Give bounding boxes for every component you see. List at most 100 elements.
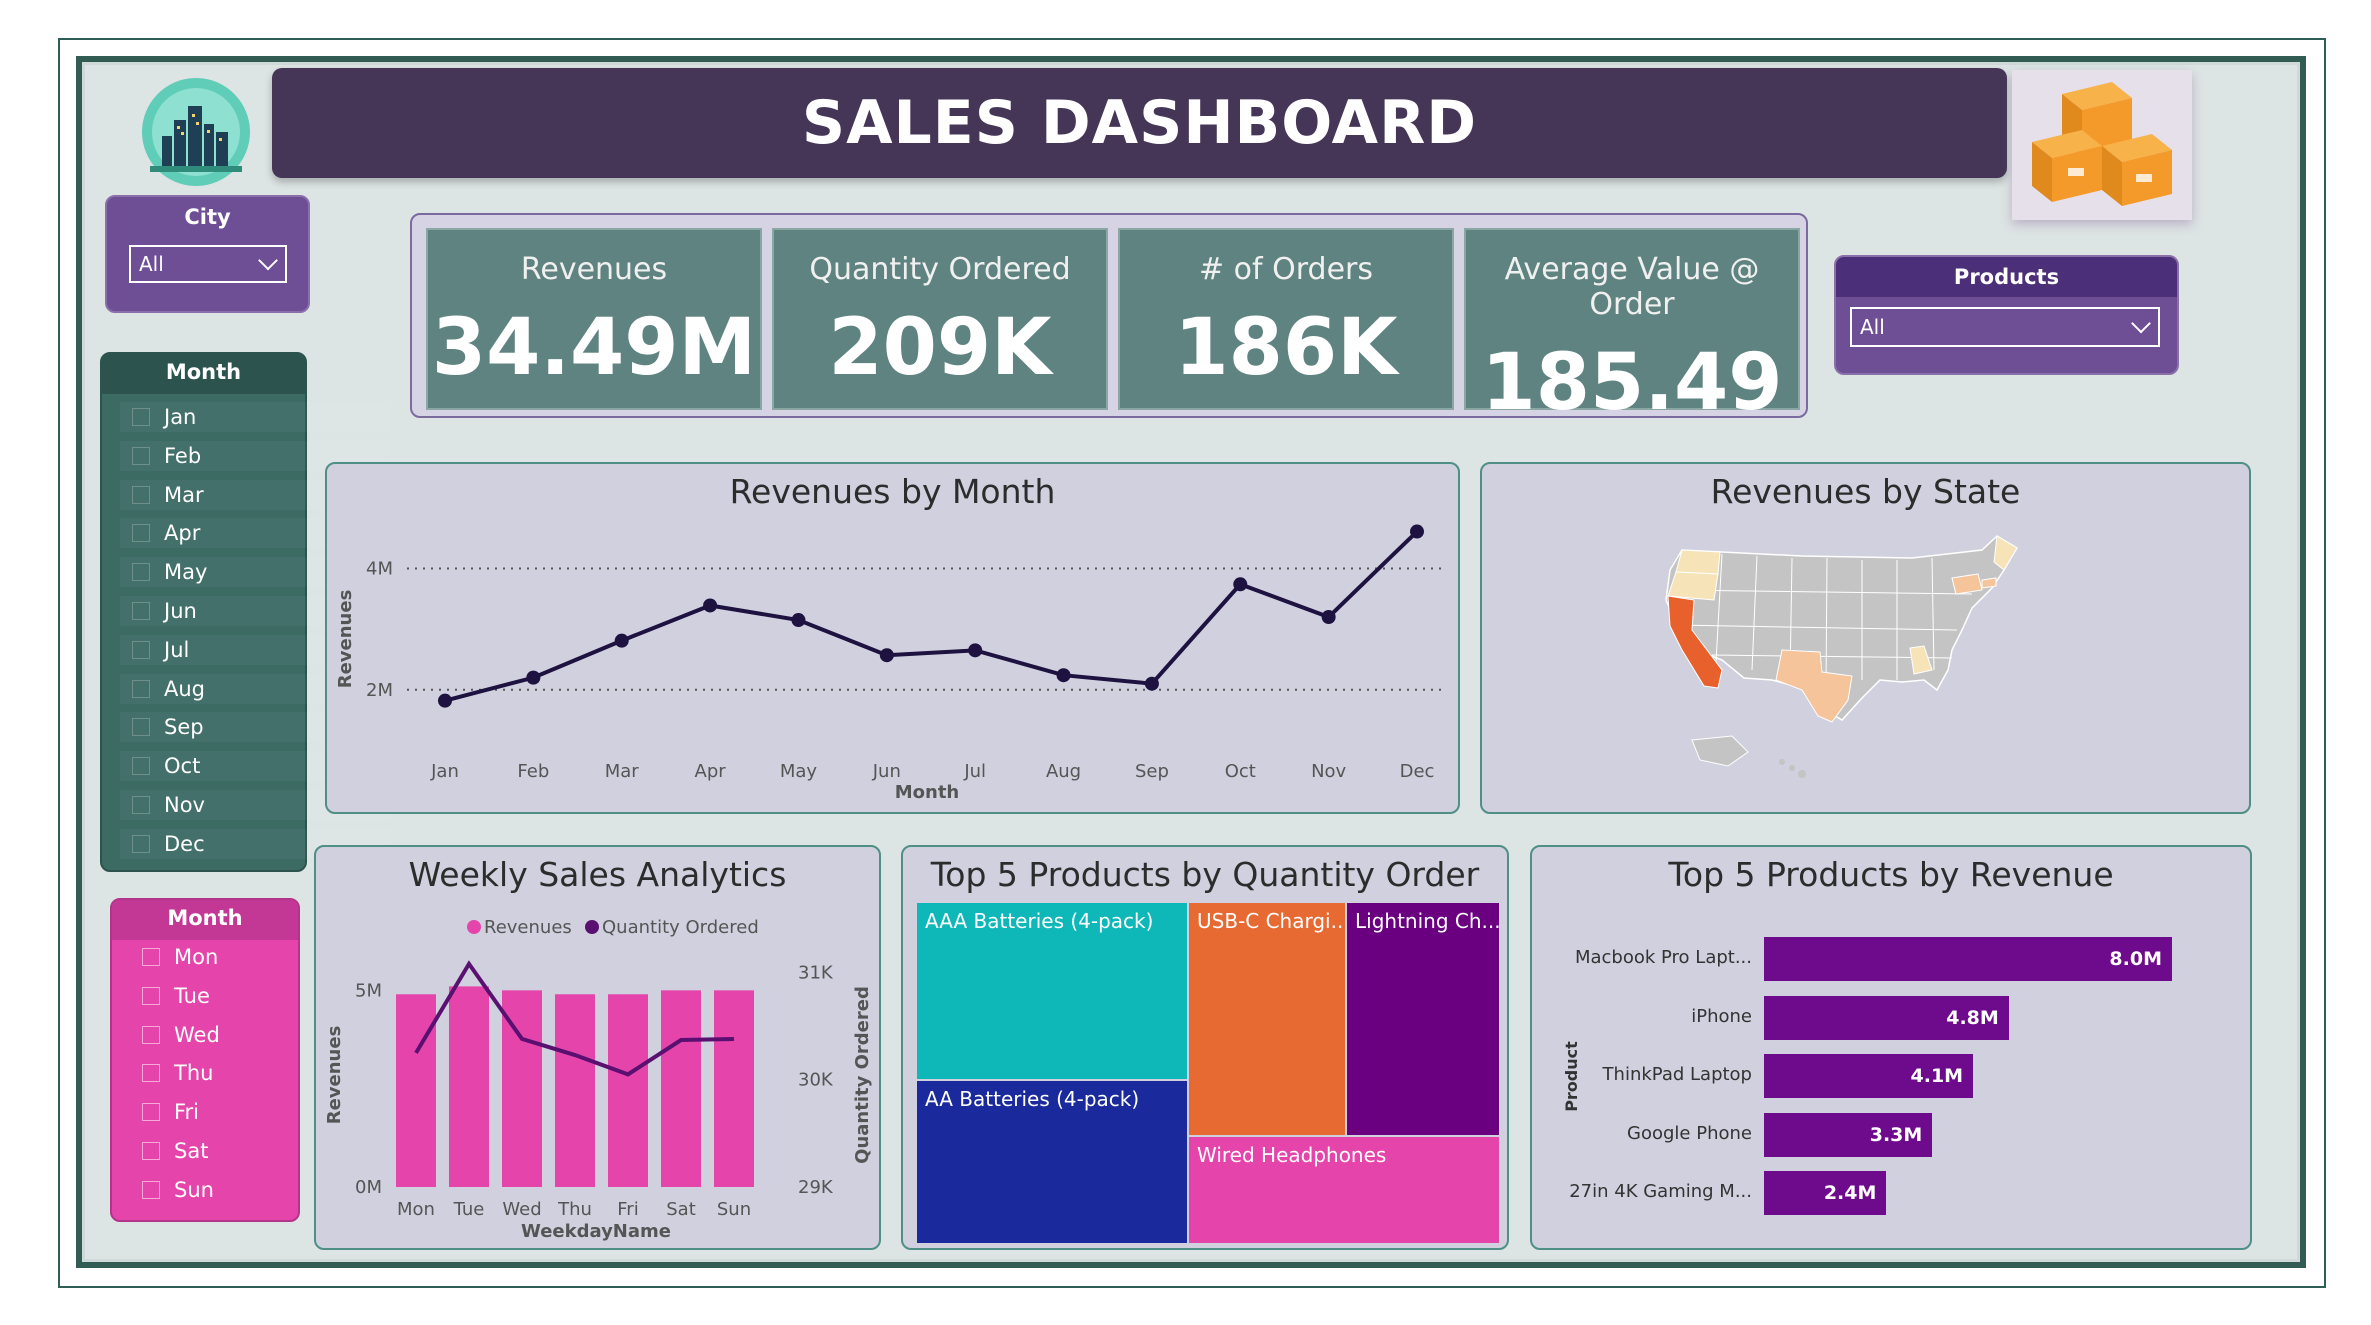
data-point xyxy=(438,693,452,708)
y2-tick-label: 30K xyxy=(798,1070,834,1091)
bar-category-label: 27in 4K Gaming M... xyxy=(1569,1181,1752,1202)
checkbox[interactable] xyxy=(142,986,160,1005)
weekday-item-label: Fri xyxy=(174,1100,200,1125)
weekly-sales-chart: Mon Tue Wed Thu Fri Sat Sun 0M 5M 29K 30K 31K Revenu… xyxy=(324,917,873,1242)
dashboard-title-banner: SALES DASHBOARD xyxy=(272,68,2007,178)
map-state-massachusetts xyxy=(1981,577,1997,589)
treemap-label: Wired Headphones xyxy=(1197,1143,1387,1167)
y-axis-label: Revenues xyxy=(335,590,356,689)
month-item-label: Jul xyxy=(164,637,190,662)
checkbox[interactable] xyxy=(142,1025,160,1044)
month-item-label: Mar xyxy=(164,482,204,507)
checkbox[interactable] xyxy=(142,1180,160,1199)
checkbox[interactable] xyxy=(132,796,150,814)
bar xyxy=(555,994,595,1187)
month-item[interactable]: Jan xyxy=(120,402,390,432)
checkbox[interactable] xyxy=(142,1103,160,1122)
month-slicer-label: Month xyxy=(165,360,242,384)
x-tick-label: Dec xyxy=(1400,761,1435,782)
top5-quantity-card: Top 5 Products by Quantity Order AAA Bat… xyxy=(901,845,1509,1250)
x-tick-label: Fri xyxy=(617,1199,638,1220)
checkbox[interactable] xyxy=(132,446,150,465)
bar[interactable]: 4.8M xyxy=(1764,995,2009,1040)
x-tick-label: Wed xyxy=(502,1199,541,1220)
map-state-alaska xyxy=(1691,735,1749,767)
treemap-tile[interactable]: AAA Batteries (4-pack) xyxy=(917,903,1187,1079)
boxes-icon xyxy=(2012,70,2192,220)
map-state-new-york xyxy=(1951,573,1983,595)
city-dropdown[interactable]: All xyxy=(129,245,287,283)
y-axis-label: Revenues xyxy=(324,1026,345,1125)
bar xyxy=(661,990,701,1187)
treemap-label: Lightning Ch... xyxy=(1355,909,1499,933)
city-slicer-label: City xyxy=(184,205,231,229)
month-item-label: Apr xyxy=(164,521,201,546)
kpi-value: 185.49 xyxy=(1481,338,1783,428)
x-tick-label: Sep xyxy=(1135,761,1169,782)
month-item-label: Nov xyxy=(164,793,205,817)
bar xyxy=(608,994,648,1187)
weekday-item-label: Wed xyxy=(174,1022,220,1047)
checkbox[interactable] xyxy=(132,408,150,426)
bar-category-label: Macbook Pro Lapt... xyxy=(1574,947,1752,968)
checkbox[interactable] xyxy=(132,640,150,659)
kpi-quantity-ordered: Quantity Ordered 209K xyxy=(772,228,1108,410)
x-tick-label: Feb xyxy=(517,761,549,782)
checkbox[interactable] xyxy=(132,563,150,582)
bar-category-label: ThinkPad Laptop xyxy=(1602,1064,1752,1085)
checkbox[interactable] xyxy=(142,948,160,966)
data-point xyxy=(1144,676,1159,691)
products-dropdown[interactable]: All xyxy=(1850,307,2160,347)
x-tick-label: May xyxy=(780,761,818,782)
checkbox[interactable] xyxy=(132,834,150,853)
us-states-map[interactable] xyxy=(1652,530,2092,800)
checkbox[interactable] xyxy=(132,602,150,620)
treemap-tile[interactable]: Lightning Ch... xyxy=(1347,903,1499,1135)
products-dropdown-value: All xyxy=(1860,315,1885,339)
data-point xyxy=(968,643,983,658)
map-state-oregon xyxy=(1667,571,1719,601)
bar[interactable]: 4.1M xyxy=(1764,1054,1974,1098)
x-tick-label: Mar xyxy=(605,761,640,782)
checkbox[interactable] xyxy=(132,757,150,776)
kpi-label: Quantity Ordered xyxy=(809,252,1071,287)
bar[interactable]: 8.0M xyxy=(1764,937,2172,981)
page-title: SALES DASHBOARD xyxy=(801,88,1478,158)
bar-value-label: 4.8M xyxy=(1946,1006,1999,1029)
checkbox[interactable] xyxy=(132,485,150,504)
kpi-label: Revenues xyxy=(520,252,668,287)
weekday-slicer-label: Month xyxy=(167,906,243,930)
month-item-label: Sep xyxy=(164,715,204,740)
bar-category-label: Google Phone xyxy=(1627,1122,1752,1144)
y-tick-label: 5M xyxy=(355,980,382,1001)
x-tick-label: Thu xyxy=(557,1199,592,1220)
bar[interactable]: 3.3M xyxy=(1764,1112,1933,1157)
data-point xyxy=(1321,610,1336,624)
treemap-tile[interactable]: USB-C Chargi... xyxy=(1189,903,1345,1135)
y2-tick-label: 29K xyxy=(798,1177,834,1198)
treemap-tile[interactable]: AA Batteries (4-pack) xyxy=(917,1081,1187,1243)
bar[interactable]: 2.4M xyxy=(1764,1171,1887,1215)
x-tick-label: Jun xyxy=(872,761,901,782)
month-item-label: Oct xyxy=(164,754,201,779)
checkbox[interactable] xyxy=(142,1064,160,1083)
data-point xyxy=(879,648,894,663)
y2-tick-label: 31K xyxy=(798,962,834,983)
revenues-by-month-chart: 2M 4M Jan Feb Mar Apr May Jun Jul Aug Sep Oct Nov Dec… xyxy=(335,524,1445,803)
bar xyxy=(396,994,436,1187)
y-tick-label: 0M xyxy=(355,1177,382,1198)
month-item-label: May xyxy=(164,560,208,585)
data-point xyxy=(1056,668,1071,683)
x-tick-label: Jan xyxy=(430,761,459,782)
treemap-tile[interactable]: Wired Headphones xyxy=(1189,1137,1499,1243)
checkbox[interactable] xyxy=(132,524,150,543)
month-item-label: Jan xyxy=(164,405,197,429)
kpi-revenues: Revenues 34.49M xyxy=(426,228,762,410)
checkbox[interactable] xyxy=(132,679,150,698)
y-tick-label: 2M xyxy=(366,680,393,701)
kpi-label: # of Orders xyxy=(1198,252,1373,287)
checkbox[interactable] xyxy=(142,1142,160,1160)
weekly-sales-card: Weekly Sales Analytics Mon Tue Wed Thu Fri Sa… xyxy=(314,845,881,1250)
checkbox[interactable] xyxy=(132,718,150,737)
city-dropdown-value: All xyxy=(139,252,164,276)
